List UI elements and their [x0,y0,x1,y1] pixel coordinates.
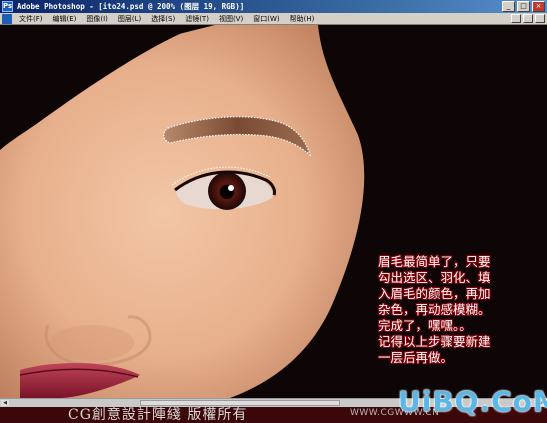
doc-close-icon[interactable] [535,14,545,23]
note-line: 眉毛最简单了，只要 [378,254,491,269]
doc-maximize-icon[interactable] [523,14,533,23]
note-line: 杂色，再动感模糊。 [378,302,491,317]
note-line: 完成了，嘿嘿。。 [378,318,472,333]
menu-bar: 文件(F) 编辑(E) 图像(I) 图层(L) 选择(S) 滤镜(T) 视图(V… [0,13,547,25]
document-controls [511,14,545,23]
document-canvas[interactable]: 眉毛最简单了，只要 勾出选区、羽化、填 入眉毛的颜色，再加 杂色，再动感模糊。 … [0,25,547,398]
note-line: 入眉毛的颜色，再加 [378,286,491,301]
nose-shadow [50,325,134,361]
menu-select[interactable]: 选择(S) [146,14,180,24]
scroll-left-icon[interactable]: ◀ [1,400,9,406]
tutorial-note: 眉毛最简单了，只要 勾出选区、羽化、填 入眉毛的颜色，再加 杂色，再动感模糊。 … [378,254,543,366]
menu-layer[interactable]: 图层(L) [113,14,146,24]
note-line: 一层后再做。 [378,350,454,365]
menu-help[interactable]: 帮助(H) [285,14,320,24]
menu-filter[interactable]: 滤镜(T) [180,14,214,24]
menu-window[interactable]: 窗口(W) [248,14,284,24]
close-icon[interactable]: × [532,1,545,12]
menu-edit[interactable]: 编辑(E) [48,14,82,24]
minimize-icon[interactable]: _ [502,1,515,12]
maximize-icon[interactable]: □ [517,1,530,12]
menu-file[interactable]: 文件(F) [14,14,48,24]
title-bar: Ps Adobe Photoshop - [ito24.psd @ 200% (… [0,0,547,13]
watermark-logo: UiBQ.CoM [398,385,547,418]
photoshop-window: Ps Adobe Photoshop - [ito24.psd @ 200% (… [0,0,547,423]
eye-highlight [228,185,234,191]
photoshop-icon[interactable]: Ps [2,1,13,12]
menu-view[interactable]: 视图(V) [214,14,248,24]
menu-image[interactable]: 图像(I) [81,14,113,24]
doc-minimize-icon[interactable] [511,14,521,23]
document-icon[interactable] [2,13,12,24]
copyright-text: CG創意設計陣綫 版權所有 [68,407,248,423]
window-controls: _ □ × [502,1,545,12]
window-title: Adobe Photoshop - [ito24.psd @ 200% (图层 … [17,2,245,11]
note-line: 记得以上步骤要新建 [378,334,491,349]
note-line: 勾出选区、羽化、填 [378,270,491,285]
